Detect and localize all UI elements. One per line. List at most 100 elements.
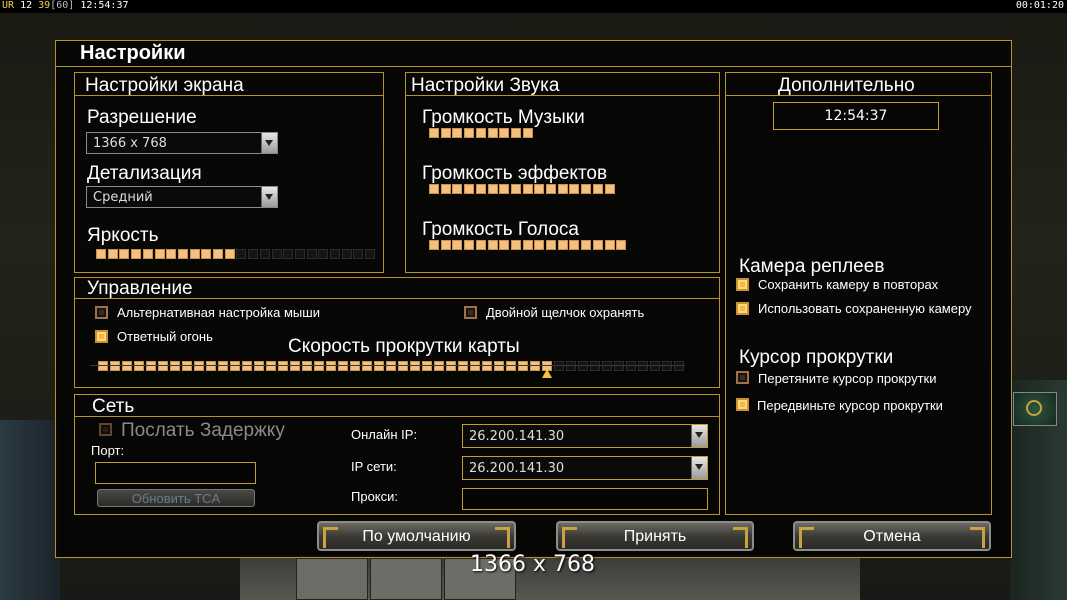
slider-thumb-icon[interactable] — [542, 369, 552, 378]
slider-segment[interactable] — [429, 184, 439, 194]
slider-segment[interactable] — [650, 361, 660, 371]
chevron-down-icon[interactable] — [261, 133, 277, 153]
resolution-dropdown[interactable]: 1366 x 768 — [86, 132, 278, 154]
slider-segment[interactable] — [566, 361, 576, 371]
slider-segment[interactable] — [142, 249, 153, 259]
slider-segment[interactable] — [578, 361, 588, 371]
slider-segment[interactable] — [386, 361, 396, 371]
slider-segment[interactable] — [230, 361, 240, 371]
slider-segment[interactable] — [581, 184, 592, 194]
chevron-down-icon[interactable] — [261, 187, 277, 207]
slider-segment[interactable] — [452, 240, 463, 250]
slider-segment[interactable] — [177, 249, 188, 259]
default-button[interactable]: По умолчанию — [317, 521, 516, 551]
slider-segment[interactable] — [518, 361, 528, 371]
slider-segment[interactable] — [569, 240, 580, 250]
slider-segment[interactable] — [122, 361, 132, 371]
slider-segment[interactable] — [107, 249, 118, 259]
slider-segment[interactable] — [134, 361, 144, 371]
slider-segment[interactable] — [330, 249, 340, 259]
slider-segment[interactable] — [248, 249, 259, 259]
proxy-input[interactable] — [462, 488, 708, 510]
chevron-down-icon[interactable] — [691, 457, 707, 479]
slider-segment[interactable] — [494, 361, 504, 371]
slider-segment[interactable] — [546, 184, 556, 194]
slider-segment[interactable] — [206, 361, 216, 371]
slider-segment[interactable] — [131, 249, 142, 259]
slider-segment[interactable] — [510, 128, 521, 138]
slider-segment[interactable] — [182, 361, 192, 371]
slider-segment[interactable] — [434, 361, 444, 371]
slider-segment[interactable] — [499, 240, 510, 250]
slider-segment[interactable] — [326, 361, 336, 371]
slider-segment[interactable] — [662, 361, 672, 371]
slider-segment[interactable] — [158, 361, 168, 371]
slider-segment[interactable] — [218, 361, 228, 371]
slider-segment[interactable] — [458, 361, 468, 371]
slider-segment[interactable] — [290, 361, 300, 371]
slider-segment[interactable] — [318, 249, 329, 259]
slider-segment[interactable] — [146, 361, 156, 371]
accept-button[interactable]: Принять — [556, 521, 754, 551]
slider-segment[interactable] — [452, 184, 463, 194]
slider-segment[interactable] — [224, 249, 235, 259]
slider-segment[interactable] — [626, 361, 636, 371]
slider-segment[interactable] — [464, 240, 475, 250]
alt-mouse-checkbox[interactable] — [95, 306, 108, 319]
slider-segment[interactable] — [590, 361, 600, 371]
slider-segment[interactable] — [482, 361, 492, 371]
slider-segment[interactable] — [271, 249, 282, 259]
slider-segment[interactable] — [554, 361, 564, 371]
slider-segment[interactable] — [96, 249, 106, 259]
slider-segment[interactable] — [530, 361, 540, 371]
slider-segment[interactable] — [522, 184, 533, 194]
slider-segment[interactable] — [638, 361, 648, 371]
slider-segment[interactable] — [522, 240, 533, 250]
slider-segment[interactable] — [557, 184, 568, 194]
slider-segment[interactable] — [557, 240, 568, 250]
slider-segment[interactable] — [410, 361, 420, 371]
slider-segment[interactable] — [464, 184, 475, 194]
send-delay-checkbox[interactable] — [99, 423, 112, 436]
slider-segment[interactable] — [604, 184, 615, 194]
slider-segment[interactable] — [254, 361, 264, 371]
slider-segment[interactable] — [464, 128, 475, 138]
port-input[interactable] — [95, 462, 256, 484]
slider-segment[interactable] — [338, 361, 348, 371]
slider-segment[interactable] — [446, 361, 456, 371]
use-saved-camera-checkbox[interactable] — [736, 302, 749, 315]
lan-ip-dropdown[interactable]: 26.200.141.30 — [462, 456, 708, 480]
slider-segment[interactable] — [302, 361, 312, 371]
slider-segment[interactable] — [440, 128, 451, 138]
slider-segment[interactable] — [236, 249, 247, 259]
slider-segment[interactable] — [429, 240, 439, 250]
slider-segment[interactable] — [475, 240, 486, 250]
slider-segment[interactable] — [283, 249, 294, 259]
double-click-guard-checkbox[interactable] — [464, 306, 477, 319]
slider-segment[interactable] — [602, 361, 612, 371]
slider-segment[interactable] — [201, 249, 212, 259]
slider-segment[interactable] — [440, 240, 451, 250]
slider-segment[interactable] — [398, 361, 408, 371]
slider-segment[interactable] — [510, 184, 521, 194]
slider-segment[interactable] — [487, 128, 498, 138]
slider-segment[interactable] — [429, 128, 439, 138]
slider-segment[interactable] — [350, 361, 360, 371]
slider-segment[interactable] — [499, 184, 510, 194]
slider-segment[interactable] — [365, 249, 376, 259]
slider-segment[interactable] — [546, 240, 556, 250]
slider-segment[interactable] — [170, 361, 180, 371]
slider-segment[interactable] — [475, 184, 486, 194]
online-ip-dropdown[interactable]: 26.200.141.30 — [462, 424, 708, 448]
slider-segment[interactable] — [592, 240, 603, 250]
slider-segment[interactable] — [362, 361, 372, 371]
save-camera-checkbox[interactable] — [736, 278, 749, 291]
slider-segment[interactable] — [189, 249, 200, 259]
slider-segment[interactable] — [614, 361, 624, 371]
slider-segment[interactable] — [110, 361, 120, 371]
slider-segment[interactable] — [470, 361, 480, 371]
cancel-button[interactable]: Отмена — [793, 521, 991, 551]
move-cursor-checkbox[interactable] — [736, 398, 749, 411]
slider-segment[interactable] — [487, 184, 498, 194]
slider-segment[interactable] — [592, 184, 603, 194]
